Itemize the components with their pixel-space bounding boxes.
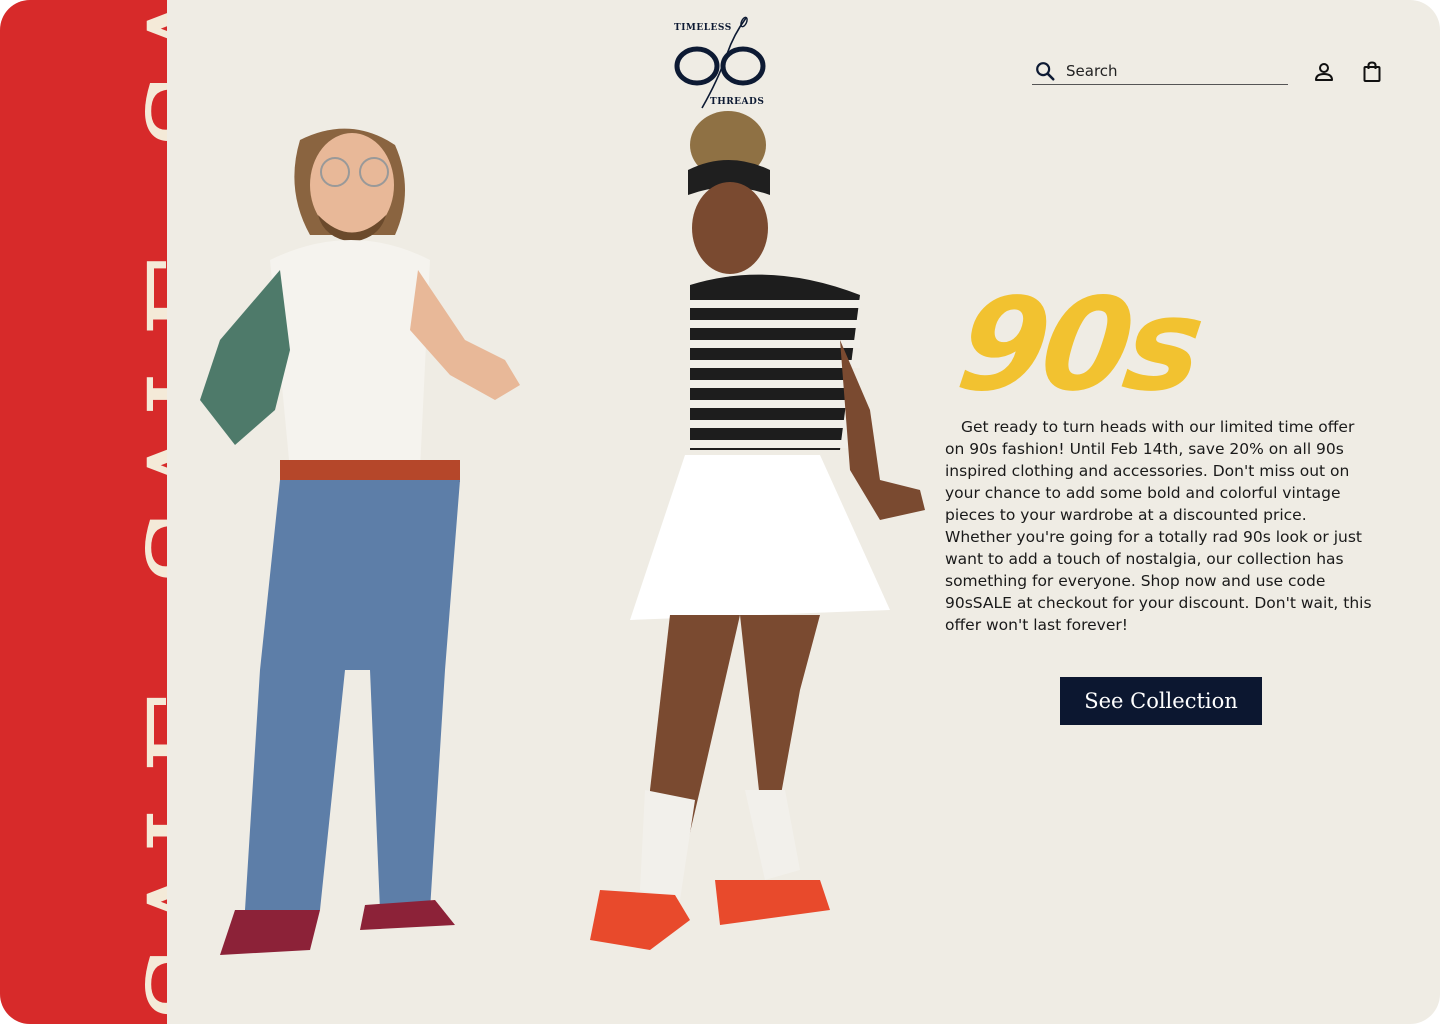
user-icon[interactable] xyxy=(1312,60,1336,84)
sale-word: SALE xyxy=(123,0,167,151)
search-icon[interactable] xyxy=(1034,60,1056,82)
headline: 90s xyxy=(949,271,1207,420)
search-bar[interactable] xyxy=(1032,58,1288,85)
brand-logo[interactable]: TIMELESS THREADS xyxy=(672,14,772,110)
promo-description: Get ready to turn heads with our limited… xyxy=(945,418,1372,634)
see-collection-button[interactable]: See Collection xyxy=(1060,677,1262,725)
needle-thread-logo-icon xyxy=(674,16,766,109)
man-figure xyxy=(200,128,520,955)
sale-word: SALE xyxy=(123,248,167,588)
shopping-bag-icon[interactable] xyxy=(1360,60,1384,84)
sale-banner: SALE SALE SALE xyxy=(0,0,167,1024)
account-button[interactable] xyxy=(1312,60,1336,84)
brand-bottom-text: THREADS xyxy=(710,97,765,107)
search-input[interactable] xyxy=(1066,62,1266,80)
sale-word: SALE xyxy=(123,685,167,1024)
cart-button[interactable] xyxy=(1360,60,1384,84)
page: SALE SALE SALE TIMELESS THREADS xyxy=(0,0,1440,1024)
woman-figure xyxy=(590,111,925,950)
hero-photo xyxy=(200,111,925,955)
sale-banner-track: SALE SALE SALE xyxy=(123,0,167,1024)
